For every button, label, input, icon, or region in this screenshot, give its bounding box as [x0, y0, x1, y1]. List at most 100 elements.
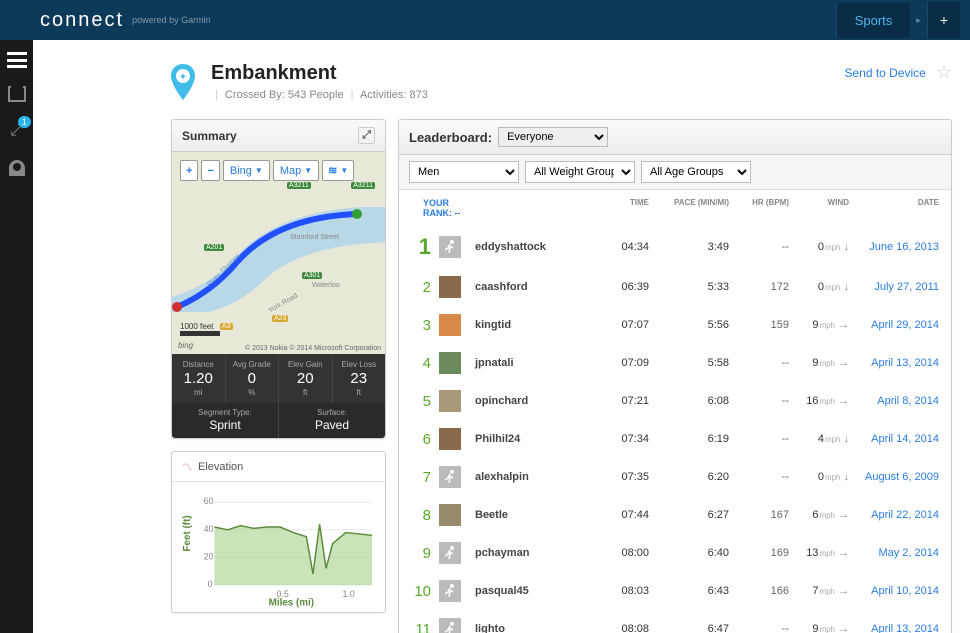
username[interactable]: caashford — [475, 281, 599, 293]
username[interactable]: kingtid — [475, 319, 599, 331]
avatar[interactable] — [439, 466, 461, 488]
profile-icon[interactable] — [9, 160, 25, 176]
time-value: 06:39 — [599, 281, 649, 293]
avatar[interactable] — [439, 236, 461, 258]
map-view-select[interactable]: Map ▼ — [273, 160, 319, 181]
map[interactable]: + − Bing ▼ Map ▼ ≋ ▼ A3211 A3211 A201 — [172, 152, 385, 354]
sync-icon[interactable]: ⤢1 — [10, 122, 23, 140]
summary-panel: Summary ⤢ + − Bing ▼ Map ▼ ≋ ▼ — [171, 119, 386, 439]
inbox-icon[interactable] — [8, 88, 26, 102]
table-row[interactable]: 2 caashford 06:39 5:33 172 0mph↓ July 27… — [399, 268, 951, 306]
send-to-device-link[interactable]: Send to Device — [844, 66, 925, 80]
app-logo[interactable]: connect — [40, 9, 124, 32]
avatar[interactable] — [439, 314, 461, 336]
date-link[interactable]: August 6, 2009 — [849, 471, 939, 483]
rank-number: 5 — [411, 393, 431, 410]
weight-filter[interactable]: All Weight Groups — [525, 161, 635, 183]
avatar[interactable] — [439, 276, 461, 298]
date-link[interactable]: April 14, 2014 — [849, 433, 939, 445]
table-row[interactable]: 7 alexhalpin 07:35 6:20 -- 0mph↓ August … — [399, 458, 951, 496]
date-link[interactable]: April 22, 2014 — [849, 509, 939, 521]
place-label: Stamford Street — [290, 234, 339, 241]
svg-text:1.0: 1.0 — [343, 589, 355, 599]
rank-number: 1 — [411, 234, 431, 260]
avatar[interactable] — [439, 580, 461, 602]
zoom-in-button[interactable]: + — [180, 160, 198, 181]
avatar[interactable] — [439, 352, 461, 374]
date-link[interactable]: April 13, 2014 — [849, 357, 939, 369]
rank-number: 8 — [411, 507, 431, 524]
table-row[interactable]: 8 Beetle 07:44 6:27 167 6mph→ April 22, … — [399, 496, 951, 534]
username[interactable]: Philhil24 — [475, 433, 599, 445]
avatar[interactable] — [439, 618, 461, 633]
table-row[interactable]: 1 eddyshattock 04:34 3:49 -- 0mph↓ June … — [399, 226, 951, 268]
username[interactable]: pasqual45 — [475, 585, 599, 597]
hr-value: -- — [729, 241, 789, 253]
table-row[interactable]: 10 pasqual45 08:03 6:43 166 7mph→ April … — [399, 572, 951, 610]
table-row[interactable]: 6 Philhil24 07:34 6:19 -- 4mph↓ April 14… — [399, 420, 951, 458]
map-attribution: © 2013 Nokia © 2014 Microsoft Corporatio… — [245, 345, 381, 352]
avatar[interactable] — [439, 390, 461, 412]
zoom-out-button[interactable]: − — [201, 160, 219, 181]
table-row[interactable]: 5 opinchard 07:21 6:08 -- 16mph→ April 8… — [399, 382, 951, 420]
hr-value: 167 — [729, 509, 789, 521]
date-link[interactable]: April 29, 2014 — [849, 319, 939, 331]
age-filter[interactable]: All Age Groups — [641, 161, 751, 183]
wind-value: 6mph→ — [789, 509, 849, 521]
table-row[interactable]: 4 jpnatali 07:09 5:58 -- 9mph→ April 13,… — [399, 344, 951, 382]
username[interactable]: lighto — [475, 623, 599, 633]
elevation-header: 〽 Elevation — [172, 452, 385, 482]
wind-value: 4mph↓ — [789, 433, 849, 445]
username[interactable]: alexhalpin — [475, 471, 599, 483]
leaderboard-header: Leaderboard: Everyone — [399, 120, 951, 155]
summary-header: Summary ⤢ — [172, 120, 385, 152]
username[interactable]: opinchard — [475, 395, 599, 407]
svg-text:✦: ✦ — [179, 72, 187, 83]
avatar[interactable] — [439, 542, 461, 564]
date-link[interactable]: May 2, 2014 — [849, 547, 939, 559]
username[interactable]: Beetle — [475, 509, 599, 521]
menu-icon[interactable] — [7, 52, 27, 68]
date-link[interactable]: April 10, 2014 — [849, 585, 939, 597]
time-value: 07:35 — [599, 471, 649, 483]
wind-arrow-icon: → — [838, 509, 849, 521]
time-value: 07:44 — [599, 509, 649, 521]
filter-row: Men All Weight Groups All Age Groups — [399, 155, 951, 190]
expand-icon[interactable]: ⤢ — [358, 127, 375, 144]
username[interactable]: eddyshattock — [475, 241, 599, 253]
wind-arrow-icon: → — [838, 623, 849, 633]
rank-number: 2 — [411, 279, 431, 296]
table-row[interactable]: 11 lighto 08:08 6:47 -- 9mph→ April 13, … — [399, 610, 951, 633]
date-link[interactable]: June 16, 2013 — [849, 241, 939, 253]
layers-button[interactable]: ≋ ▼ — [322, 160, 354, 181]
pace-value: 6:40 — [649, 547, 729, 559]
date-link[interactable]: July 27, 2011 — [849, 281, 939, 293]
add-button[interactable]: + — [927, 2, 960, 38]
username[interactable]: jpnatali — [475, 357, 599, 369]
star-icon[interactable]: ☆ — [936, 62, 952, 83]
avatar[interactable] — [439, 504, 461, 526]
elevation-chart[interactable]: Feet (ft) 60 40 20 0 0.5 1.0 Miles (mi) — [172, 482, 385, 612]
time-value: 07:34 — [599, 433, 649, 445]
avatar[interactable] — [439, 428, 461, 450]
username[interactable]: pchayman — [475, 547, 599, 559]
map-provider-select[interactable]: Bing ▼ — [223, 160, 270, 181]
stat-item: Elev Gain20ft — [279, 354, 333, 403]
date-link[interactable]: April 13, 2014 — [849, 623, 939, 633]
wind-arrow-icon: → — [838, 585, 849, 597]
scope-select[interactable]: Everyone — [498, 127, 608, 147]
date-link[interactable]: April 8, 2014 — [849, 395, 939, 407]
table-row[interactable]: 3 kingtid 07:07 5:56 159 9mph→ April 29,… — [399, 306, 951, 344]
svg-text:40: 40 — [204, 524, 214, 534]
rank-number: 11 — [411, 621, 431, 633]
stat-item: Distance1.20mi — [172, 354, 226, 403]
gender-filter[interactable]: Men — [409, 161, 519, 183]
logo-subtitle: powered by Garmin — [132, 15, 211, 25]
table-row[interactable]: 9 pchayman 08:00 6:40 169 13mph→ May 2, … — [399, 534, 951, 572]
sports-tab[interactable]: Sports — [836, 3, 911, 38]
time-value: 08:03 — [599, 585, 649, 597]
main-content: ✦ Embankment | Crossed By: 543 People | … — [33, 40, 970, 633]
sports-dropdown-caret[interactable]: ▸ — [910, 15, 927, 26]
wind-arrow-icon: → — [838, 357, 849, 369]
time-value: 07:07 — [599, 319, 649, 331]
